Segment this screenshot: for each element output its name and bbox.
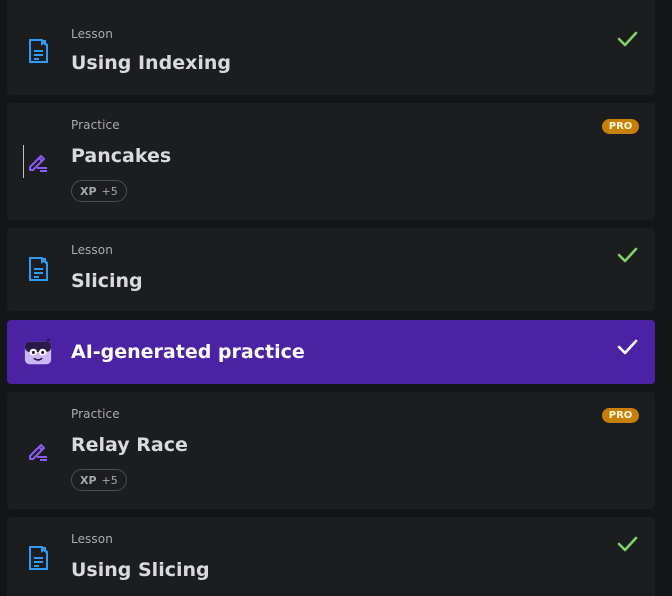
pro-badge: PRO (602, 119, 639, 134)
item-type-label: Practice (71, 118, 120, 132)
item-type-label: Lesson (71, 27, 113, 41)
lesson-item-using-slicing[interactable]: Lesson Using Slicing (7, 517, 655, 596)
check-icon (615, 335, 639, 359)
xp-label: XP (80, 184, 97, 198)
document-icon (23, 36, 53, 66)
item-type-label: Lesson (71, 243, 113, 257)
item-title: Using Indexing (71, 52, 231, 74)
ai-practice-item[interactable]: AI-generated practice (7, 320, 655, 384)
check-icon (615, 243, 639, 267)
document-icon (23, 254, 53, 284)
item-title: Using Slicing (71, 559, 210, 581)
check-icon (615, 27, 639, 51)
lesson-item-slicing[interactable]: Lesson Slicing (7, 228, 655, 311)
xp-value: +5 (101, 184, 118, 198)
lesson-item-using-indexing[interactable]: Lesson Using Indexing (7, 0, 655, 95)
xp-chip: XP +5 (71, 180, 127, 202)
document-icon (23, 543, 53, 573)
xp-value: +5 (101, 473, 118, 487)
xp-chip: XP +5 (71, 469, 127, 491)
xp-label: XP (80, 473, 97, 487)
item-type-label: Lesson (71, 532, 113, 546)
practice-item-pancakes[interactable]: Practice Pancakes PRO XP +5 (7, 103, 655, 220)
item-title: Pancakes (71, 145, 172, 167)
check-icon (615, 532, 639, 556)
pencil-icon (23, 436, 53, 466)
item-title: Relay Race (71, 434, 188, 456)
course-item-list: Lesson Using Indexing Practice Pancakes … (0, 0, 672, 596)
pro-badge: PRO (602, 408, 639, 423)
item-title: Slicing (71, 270, 143, 292)
ai-mascot-icon (23, 337, 53, 367)
practice-item-relay-race[interactable]: Practice Relay Race PRO XP +5 (7, 392, 655, 509)
pencil-icon (23, 147, 53, 177)
item-type-label: Practice (71, 407, 120, 421)
item-title: AI-generated practice (71, 341, 305, 363)
